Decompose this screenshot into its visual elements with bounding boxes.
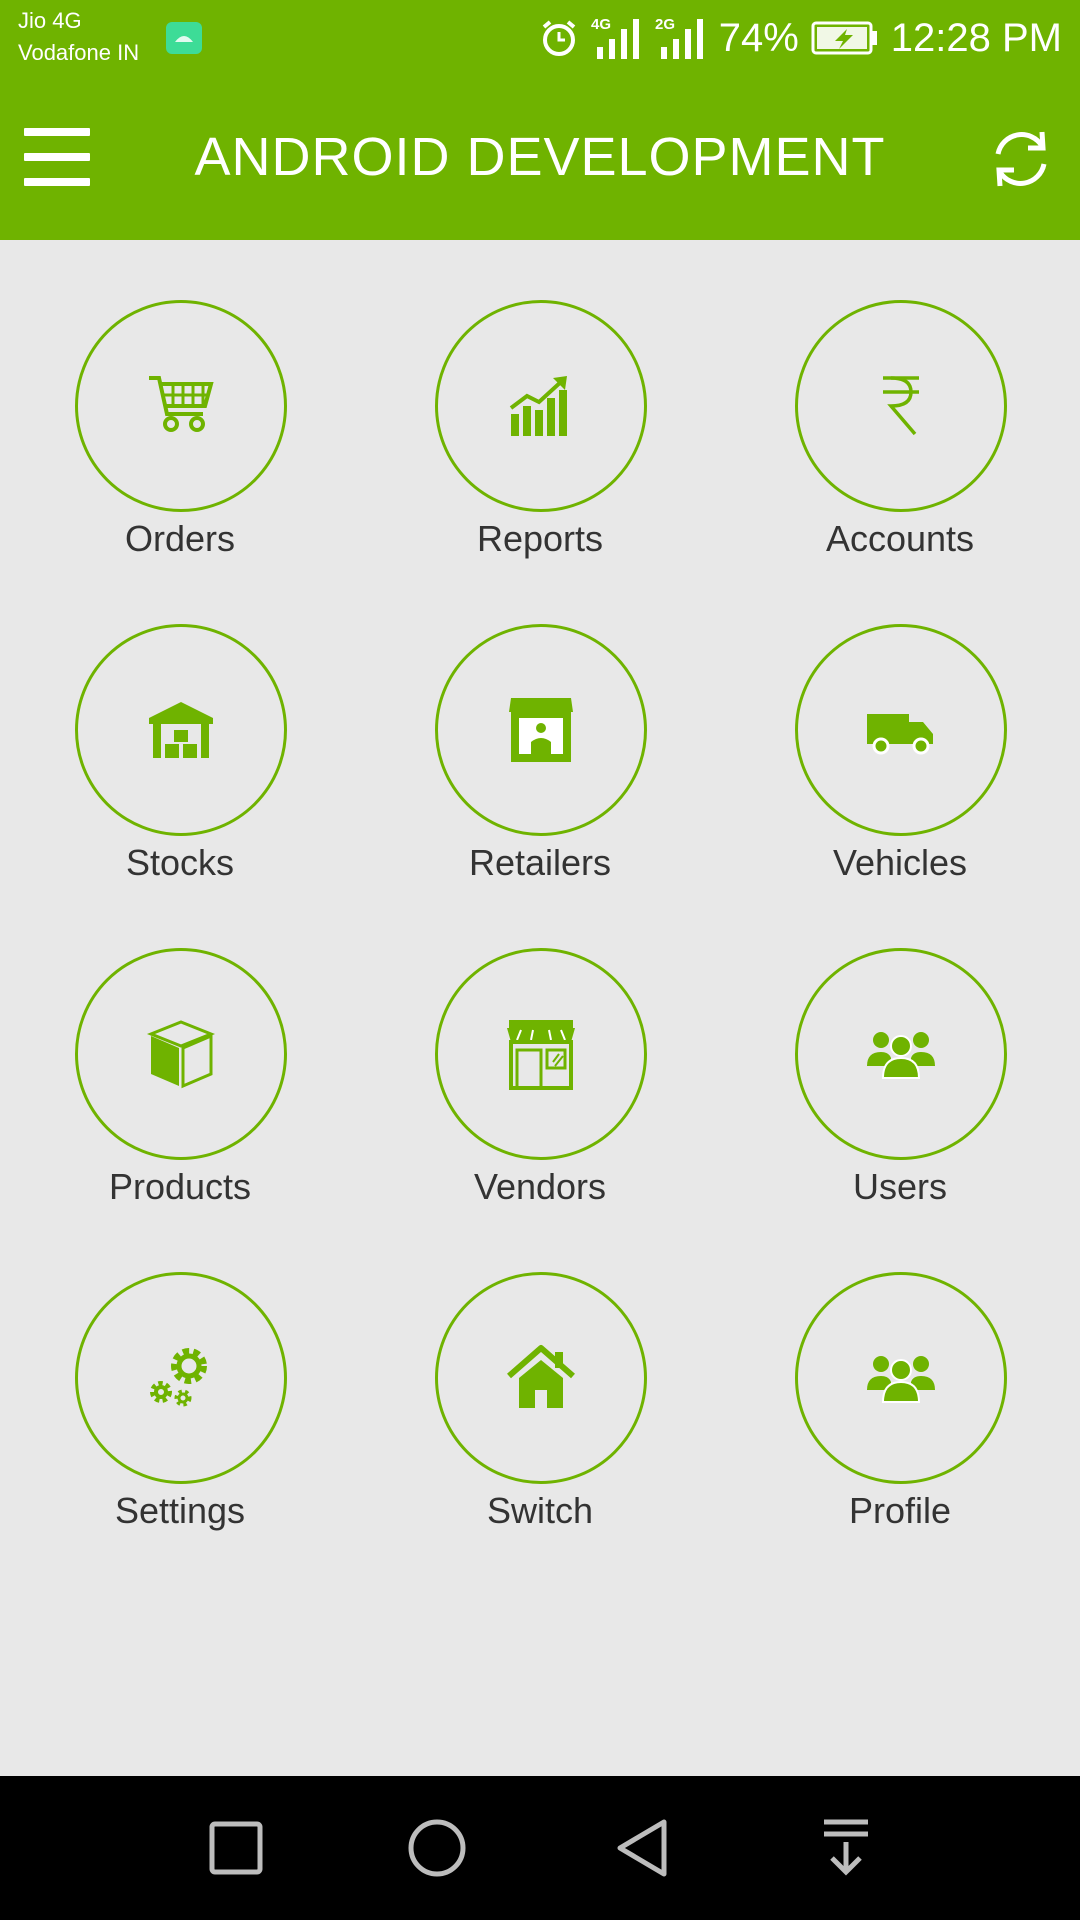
chart-icon	[509, 376, 567, 436]
tile-accounts[interactable]: Accounts	[750, 240, 1050, 559]
alarm-icon	[542, 20, 575, 56]
back-triangle-icon	[617, 1819, 667, 1877]
tile-label: Switch	[486, 1490, 594, 1531]
tile-circle[interactable]	[435, 300, 647, 512]
gears-icon	[150, 1348, 207, 1407]
rupee-icon	[883, 376, 919, 436]
tile-circle[interactable]	[435, 624, 647, 836]
tile-circle[interactable]	[795, 948, 1007, 1160]
tile-vendors[interactable]: Vendors	[390, 888, 690, 1207]
tile-label: Accounts	[825, 518, 975, 559]
refresh-button[interactable]	[986, 124, 1056, 194]
square-icon	[209, 1821, 263, 1875]
carrier-secondary: Vodafone IN	[18, 40, 140, 65]
tile-vehicles[interactable]: Vehicles	[750, 564, 1050, 883]
tile-stocks[interactable]: Stocks	[30, 564, 330, 883]
store-icon	[507, 1020, 575, 1090]
app-bar: ANDROID DEVELOPMENT	[0, 78, 1080, 240]
tile-circle[interactable]	[75, 1272, 287, 1484]
net1-label: 4G	[591, 16, 611, 33]
tile-circle[interactable]	[435, 948, 647, 1160]
back-button[interactable]	[610, 1816, 674, 1880]
signal-2g-icon: 2G	[655, 16, 703, 59]
tile-circle[interactable]	[75, 948, 287, 1160]
warehouse-icon	[149, 702, 213, 758]
tile-products[interactable]: Products	[30, 888, 330, 1207]
circle-icon	[408, 1819, 466, 1877]
battery-charging-icon	[811, 21, 877, 55]
pulldown-icon	[824, 1819, 868, 1876]
tile-label: Vehicles	[832, 842, 968, 883]
tile-circle[interactable]	[795, 300, 1007, 512]
net2-label: 2G	[655, 16, 675, 33]
tile-label: Retailers	[468, 842, 612, 883]
system-nav-bar	[0, 1776, 1080, 1920]
tile-label: Products	[108, 1166, 252, 1207]
battery-percent: 74%	[718, 15, 799, 60]
tile-circle[interactable]	[435, 1272, 647, 1484]
tile-label: Reports	[476, 518, 604, 559]
home-button[interactable]	[405, 1816, 469, 1880]
tile-circle[interactable]	[795, 1272, 1007, 1484]
truck-icon	[867, 714, 933, 755]
retailer-shop-icon	[509, 698, 573, 762]
tile-label: Profile	[848, 1490, 952, 1531]
tile-retailers[interactable]: Retailers	[390, 564, 690, 883]
tile-label: Settings	[114, 1490, 246, 1531]
android-notification-icon	[166, 22, 202, 54]
tile-label: Orders	[124, 518, 236, 559]
carrier-primary: Jio 4G	[18, 8, 82, 33]
page-title: ANDROID DEVELOPMENT	[194, 127, 886, 187]
tile-orders[interactable]: Orders	[30, 240, 330, 559]
cart-icon	[149, 376, 214, 432]
tile-label: Stocks	[125, 842, 235, 883]
tile-switch[interactable]: Switch	[390, 1212, 690, 1531]
tile-label: Vendors	[473, 1166, 607, 1207]
tile-settings[interactable]: Settings	[30, 1212, 330, 1531]
tile-circle[interactable]	[75, 300, 287, 512]
tile-circle[interactable]	[75, 624, 287, 836]
box-icon	[146, 1020, 216, 1089]
status-indicators: 4G 2G 74% 12:28 PM	[539, 8, 1062, 68]
users-icon	[867, 1032, 935, 1079]
tile-users[interactable]: Users	[750, 888, 1050, 1207]
tile-label: Users	[852, 1166, 947, 1207]
tile-reports[interactable]: Reports	[390, 240, 690, 559]
status-bar: Jio 4G Vodafone IN 4G 2G 74% 12:28 PM	[0, 0, 1080, 78]
tile-circle[interactable]	[795, 624, 1007, 836]
signal-4g-icon: 4G	[591, 16, 639, 59]
clock: 12:28 PM	[890, 15, 1062, 60]
recents-button[interactable]	[204, 1816, 268, 1880]
refresh-icon	[995, 131, 1047, 187]
users-icon	[867, 1356, 935, 1403]
tile-profile[interactable]: Profile	[750, 1212, 1050, 1531]
notification-pulldown-button[interactable]	[814, 1816, 878, 1880]
home-icon	[507, 1345, 575, 1408]
